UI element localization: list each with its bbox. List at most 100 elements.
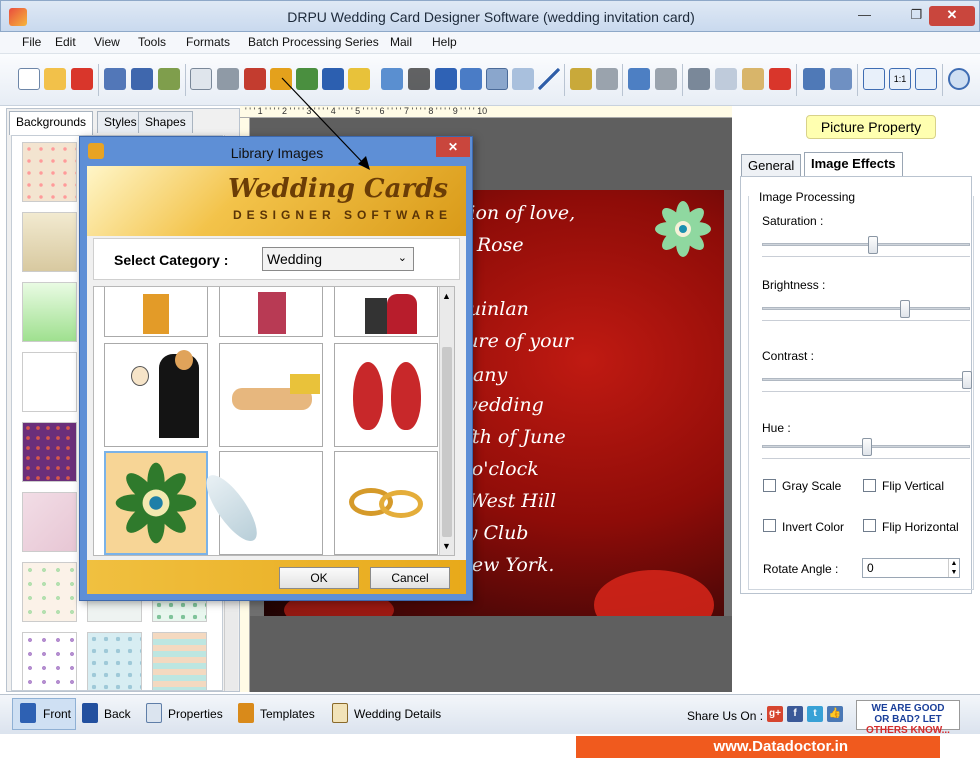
dialog-close-button[interactable]: ✕ bbox=[436, 137, 470, 157]
tab-general[interactable]: General bbox=[741, 154, 802, 176]
redo-icon[interactable] bbox=[655, 68, 677, 90]
wedding-details-button[interactable]: Wedding Details bbox=[354, 707, 441, 721]
export-icon[interactable] bbox=[158, 68, 180, 90]
library-image-bride[interactable] bbox=[219, 287, 323, 337]
background-thumbnail[interactable] bbox=[22, 282, 77, 342]
saturation-slider[interactable] bbox=[762, 243, 970, 246]
cancel-button[interactable]: Cancel bbox=[370, 567, 450, 589]
wordart-icon[interactable] bbox=[381, 68, 403, 90]
select-icon[interactable] bbox=[486, 68, 508, 90]
database-settings-icon[interactable] bbox=[596, 68, 618, 90]
gray-scale-checkbox[interactable] bbox=[763, 479, 776, 492]
delete-icon[interactable] bbox=[769, 68, 791, 90]
image-grid-scrollbar[interactable]: ▲ ▼ bbox=[439, 287, 454, 555]
library-image-couple[interactable] bbox=[334, 287, 438, 337]
front-label[interactable]: Front bbox=[43, 707, 71, 721]
facebook-icon[interactable]: f bbox=[787, 706, 803, 722]
website-banner[interactable]: www.Datadoctor.in bbox=[576, 736, 940, 758]
background-thumbnail[interactable] bbox=[22, 492, 77, 552]
close-button[interactable]: ✕ bbox=[929, 6, 975, 26]
scrollbar-thumb[interactable] bbox=[442, 347, 452, 537]
library-image-footprints[interactable] bbox=[334, 343, 438, 447]
paste-icon[interactable] bbox=[742, 68, 764, 90]
library-image-wedding-couple[interactable] bbox=[104, 343, 208, 447]
menu-help[interactable]: Help bbox=[432, 35, 457, 49]
hue-slider-thumb[interactable] bbox=[862, 438, 872, 456]
library-image-flower[interactable] bbox=[104, 451, 208, 555]
print-icon[interactable] bbox=[217, 68, 239, 90]
flower-ornament-icon[interactable] bbox=[650, 196, 716, 262]
grid-icon[interactable] bbox=[863, 68, 885, 90]
category-select[interactable]: Wedding ⌄ bbox=[262, 247, 414, 271]
background-thumbnail[interactable] bbox=[87, 632, 142, 690]
templates-button[interactable]: Templates bbox=[260, 707, 315, 721]
tab-image-effects[interactable]: Image Effects bbox=[804, 152, 903, 176]
menu-mail[interactable]: Mail bbox=[390, 35, 412, 49]
dialog-title: Library Images bbox=[230, 145, 324, 161]
dialog-footer: OK Cancel bbox=[87, 560, 466, 594]
contrast-slider-thumb[interactable] bbox=[962, 371, 972, 389]
rotate-angle-input[interactable]: 0 bbox=[862, 558, 960, 578]
print-preview-icon[interactable] bbox=[244, 68, 266, 90]
tab-shapes[interactable]: Shapes bbox=[138, 111, 193, 133]
database-icon[interactable] bbox=[570, 68, 592, 90]
menu-batch-processing[interactable]: Batch Processing Series bbox=[248, 35, 379, 49]
open-icon[interactable] bbox=[44, 68, 66, 90]
save-as-icon[interactable] bbox=[131, 68, 153, 90]
background-thumbnail[interactable] bbox=[22, 142, 77, 202]
actual-size-icon[interactable]: 1:1 bbox=[889, 68, 911, 90]
background-thumbnail[interactable] bbox=[22, 562, 77, 622]
text-icon[interactable] bbox=[435, 68, 457, 90]
cut-icon[interactable] bbox=[688, 68, 710, 90]
share-label: Share Us On : bbox=[687, 709, 764, 723]
like-icon[interactable]: 👍 bbox=[827, 706, 843, 722]
menu-formats[interactable]: Formats bbox=[186, 35, 230, 49]
maximize-button[interactable]: ❐ bbox=[903, 6, 930, 26]
flip-vertical-checkbox[interactable] bbox=[863, 479, 876, 492]
tab-backgrounds[interactable]: Backgrounds bbox=[9, 111, 94, 135]
menu-view[interactable]: View bbox=[94, 35, 120, 49]
google-plus-icon[interactable]: g+ bbox=[767, 706, 783, 722]
background-thumbnail[interactable] bbox=[22, 352, 77, 412]
contrast-slider[interactable] bbox=[762, 378, 970, 381]
front-icon bbox=[20, 703, 36, 723]
menu-file[interactable]: File bbox=[22, 35, 41, 49]
menu-tools[interactable]: Tools bbox=[138, 35, 166, 49]
ok-button[interactable]: OK bbox=[279, 567, 359, 589]
library-image-groom[interactable] bbox=[104, 287, 208, 337]
send-back-icon[interactable] bbox=[830, 68, 852, 90]
rotate-angle-spinner[interactable]: ▲ ▼ bbox=[948, 559, 959, 577]
close-doc-icon[interactable] bbox=[71, 68, 93, 90]
background-thumbnail[interactable] bbox=[22, 422, 77, 482]
zoom-icon[interactable] bbox=[948, 68, 970, 90]
signature-icon[interactable] bbox=[460, 68, 482, 90]
properties-button[interactable]: Properties bbox=[168, 707, 223, 721]
line-icon[interactable] bbox=[538, 68, 560, 90]
copy-icon[interactable] bbox=[715, 68, 737, 90]
minimize-button[interactable]: — bbox=[851, 6, 878, 26]
menu-edit[interactable]: Edit bbox=[55, 35, 76, 49]
library-image-hands[interactable] bbox=[219, 343, 323, 447]
feedback-banner[interactable]: WE ARE GOOD OR BAD? LET OTHERS KNOW... bbox=[856, 700, 960, 736]
brightness-slider-thumb[interactable] bbox=[900, 300, 910, 318]
back-button[interactable]: Back bbox=[104, 707, 131, 721]
barcode-icon[interactable] bbox=[408, 68, 430, 90]
mail-icon[interactable] bbox=[512, 68, 534, 90]
brightness-slider[interactable] bbox=[762, 307, 970, 310]
library-image-rings[interactable] bbox=[334, 451, 438, 555]
fit-window-icon[interactable] bbox=[915, 68, 937, 90]
saturation-slider-thumb[interactable] bbox=[868, 236, 878, 254]
properties-icon[interactable] bbox=[190, 68, 212, 90]
background-thumbnail[interactable] bbox=[152, 632, 207, 690]
bring-front-icon[interactable] bbox=[803, 68, 825, 90]
library-image-feather[interactable] bbox=[197, 451, 323, 555]
new-icon[interactable] bbox=[18, 68, 40, 90]
twitter-icon[interactable]: t bbox=[807, 706, 823, 722]
tab-styles[interactable]: Styles bbox=[97, 111, 144, 133]
background-thumbnail[interactable] bbox=[22, 632, 77, 690]
undo-icon[interactable] bbox=[628, 68, 650, 90]
invert-color-checkbox[interactable] bbox=[763, 519, 776, 532]
flip-horizontal-checkbox[interactable] bbox=[863, 519, 876, 532]
save-icon[interactable] bbox=[104, 68, 126, 90]
background-thumbnail[interactable] bbox=[22, 212, 77, 272]
